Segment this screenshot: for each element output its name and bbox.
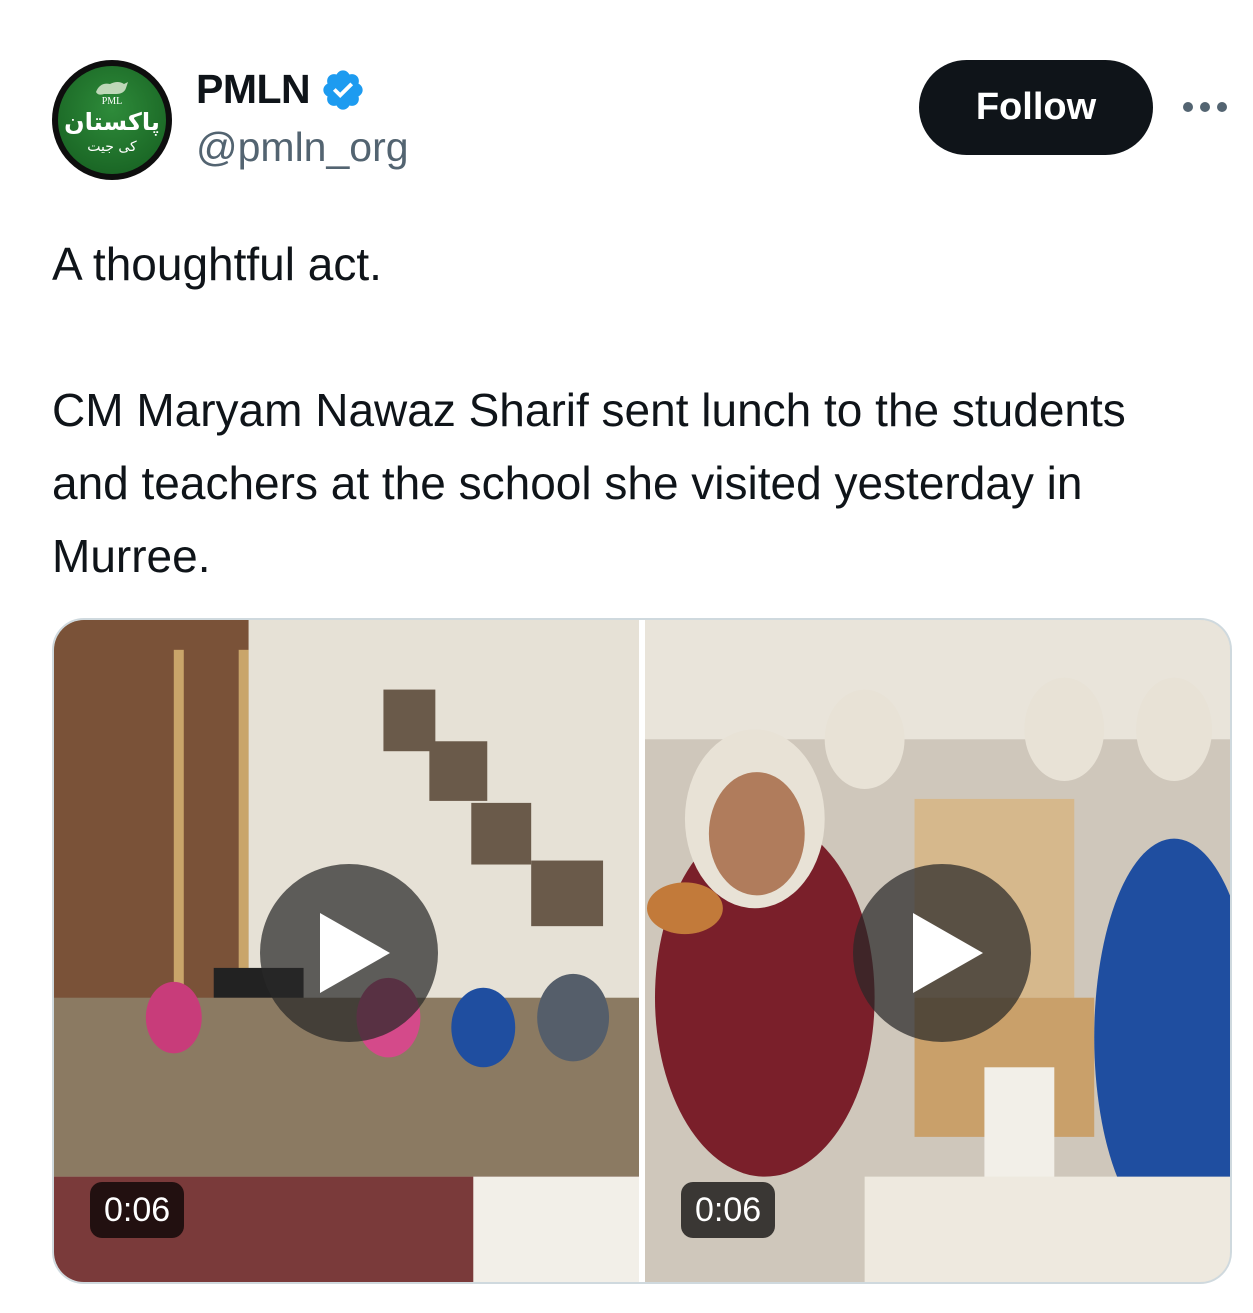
- video-duration-badge: 0:06: [90, 1182, 185, 1238]
- tweet-line-2: CM Maryam Nawaz Sharif sent lunch to the…: [52, 384, 1126, 582]
- video-duration-badge: 0:06: [681, 1182, 776, 1238]
- author-name-text: PMLN: [196, 66, 311, 112]
- more-horizontal-icon[interactable]: [1180, 96, 1230, 118]
- play-icon: [913, 913, 983, 993]
- author-handle[interactable]: @pmln_org: [196, 124, 409, 171]
- media-grid: 0:06 0:06: [52, 618, 1232, 1284]
- avatar-logo-text: PML: [101, 96, 123, 107]
- play-icon: [320, 913, 390, 993]
- tweet-text: A thoughtful act. CM Maryam Nawaz Sharif…: [52, 228, 1202, 593]
- verified-badge-icon: [323, 69, 363, 110]
- author-display-name[interactable]: PMLN: [196, 66, 366, 113]
- video-thumbnail-2[interactable]: 0:06: [645, 620, 1230, 1282]
- avatar-logo: PML پاکستان کی جیت: [58, 66, 166, 174]
- avatar-urdu-text: پاکستان: [64, 108, 160, 136]
- play-button-2[interactable]: [853, 864, 1031, 1042]
- play-button-1[interactable]: [260, 864, 438, 1042]
- video-thumbnail-1[interactable]: 0:06: [54, 620, 639, 1282]
- follow-button[interactable]: Follow: [919, 60, 1153, 155]
- tweet-line-1: A thoughtful act.: [52, 238, 382, 290]
- avatar-urdu-subtext: کی جیت: [87, 139, 137, 155]
- tiger-logo-icon: [96, 82, 128, 95]
- avatar[interactable]: PML پاکستان کی جیت: [52, 60, 172, 180]
